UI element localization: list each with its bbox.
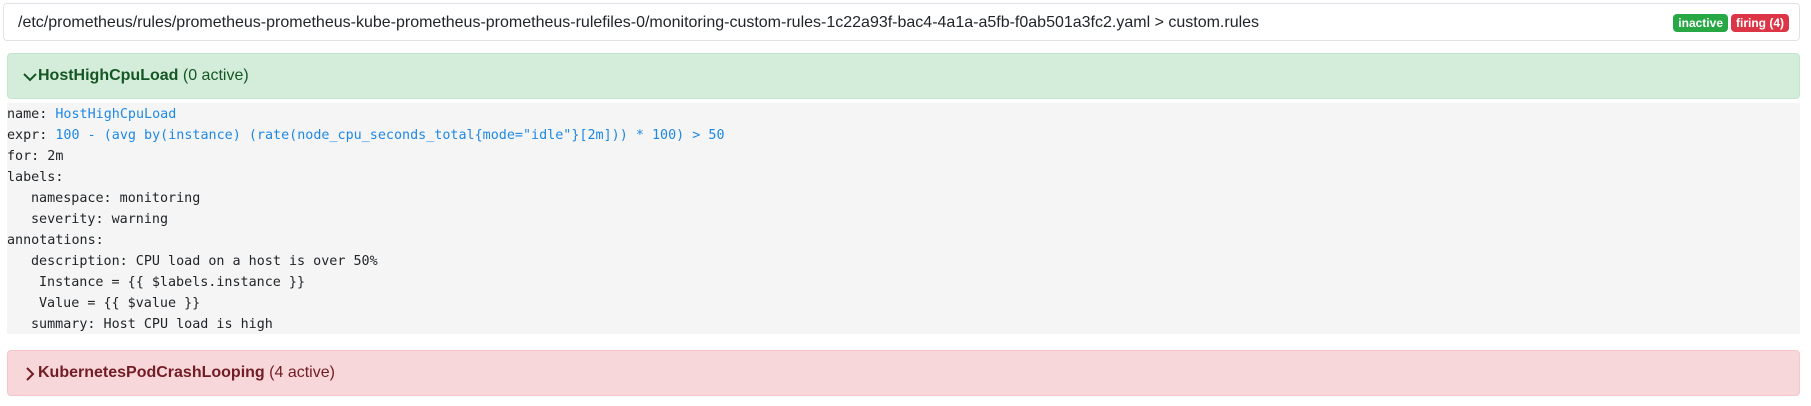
name-value: HostHighCpuLoad [55,107,177,122]
rule-file-path: /etc/prometheus/rules/prometheus-prometh… [18,14,1260,31]
inactive-badge: inactive [1673,14,1728,32]
rule-title: KubernetesPodCrashLooping (4 active) [38,363,335,383]
group-badges: inactive firing (4) [1673,14,1789,32]
chevron-right-icon [26,367,35,381]
rule-annotations-key: annotations: [7,233,104,248]
rule-active-count: (4 active) [269,364,335,381]
name-key: name: [7,107,48,122]
label-namespace: namespace: monitoring [31,191,201,206]
label-severity: severity: warning [31,212,169,227]
rule-name-line: name: HostHighCpuLoad [7,104,1800,125]
annotation-description-value: Value = {{ $value }} [39,296,201,311]
rule-labels-key: labels: [7,170,64,185]
firing-badge: firing (4) [1731,14,1789,32]
expr-key: expr: [7,128,48,143]
rule-header-kubernetespodcrashlooping[interactable]: KubernetesPodCrashLooping (4 active) [7,350,1800,396]
annotation-description-instance: Instance = {{ $labels.instance }} [39,275,306,290]
expr-value: 100 - (avg by(instance) (rate(node_cpu_s… [55,128,725,143]
rule-expr-line: expr: 100 - (avg by(instance) (rate(node… [7,125,1800,146]
rule-detail: name: HostHighCpuLoad expr: 100 - (avg b… [7,103,1800,334]
rule-name: HostHighCpuLoad [38,67,179,84]
rule-for-line: for: 2m [7,149,64,164]
rule-title: HostHighCpuLoad (0 active) [38,66,249,86]
chevron-down-icon [23,73,37,82]
annotation-description: description: CPU load on a host is over … [31,254,378,269]
rule-group-header: /etc/prometheus/rules/prometheus-prometh… [3,3,1800,41]
rule-name: KubernetesPodCrashLooping [38,364,265,381]
annotation-summary: summary: Host CPU load is high [31,317,273,332]
rule-active-count: (0 active) [182,67,249,84]
rule-header-hosthighcpuload[interactable]: HostHighCpuLoad (0 active) [7,53,1800,99]
